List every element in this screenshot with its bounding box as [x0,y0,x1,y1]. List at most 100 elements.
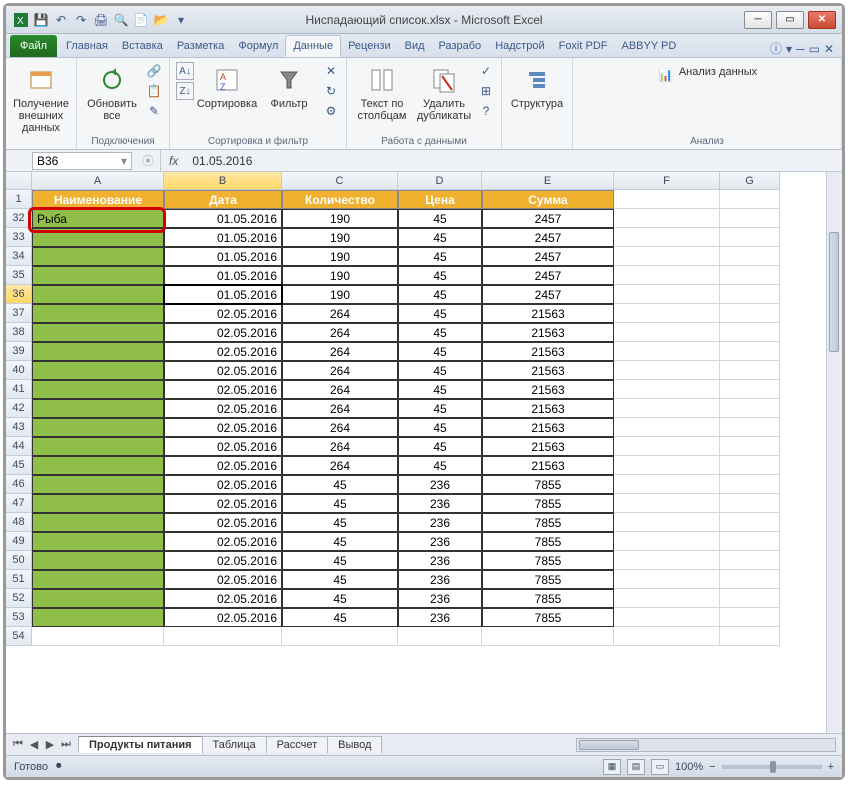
cell[interactable] [720,456,780,475]
ribbon-tab[interactable]: Вид [398,35,432,57]
close-button[interactable]: ✕ [808,11,836,29]
row-header[interactable]: 35 [6,266,32,285]
cell[interactable]: 7855 [482,532,614,551]
ribbon-minimize-icon[interactable]: ▾ [786,42,792,56]
cell[interactable] [720,532,780,551]
cell[interactable] [32,266,164,285]
cell[interactable]: 45 [398,342,482,361]
cell[interactable]: 01.05.2016 [164,266,282,285]
formula-content[interactable]: 01.05.2016 [186,154,252,168]
cell[interactable] [32,589,164,608]
cell[interactable]: 02.05.2016 [164,361,282,380]
cell[interactable] [720,589,780,608]
sheet-tab[interactable]: Вывод [327,736,382,753]
row-header[interactable]: 52 [6,589,32,608]
row-header[interactable]: 50 [6,551,32,570]
cell[interactable] [32,475,164,494]
cell[interactable] [614,475,720,494]
row-header[interactable]: 33 [6,228,32,247]
cell[interactable] [482,627,614,646]
vertical-scrollbar[interactable] [826,172,842,733]
row-header[interactable]: 32 [6,209,32,228]
cell[interactable]: 45 [282,475,398,494]
cell[interactable]: 264 [282,437,398,456]
cell[interactable]: 45 [282,608,398,627]
cell[interactable]: 7855 [482,551,614,570]
cell[interactable]: 21563 [482,361,614,380]
save-icon[interactable]: 💾 [32,11,50,29]
cell[interactable]: 45 [398,456,482,475]
cell[interactable] [614,494,720,513]
cell[interactable] [32,418,164,437]
zoom-in-button[interactable]: + [828,761,834,773]
file-tab[interactable]: Файл [10,35,57,57]
row-header[interactable]: 46 [6,475,32,494]
cell[interactable] [720,494,780,513]
cell[interactable]: 45 [398,437,482,456]
cell[interactable] [720,266,780,285]
cell[interactable]: 264 [282,361,398,380]
cell[interactable] [614,418,720,437]
worksheet-grid[interactable]: ABCDEFG1НаименованиеДатаКоличествоЦенаСу… [6,172,842,733]
cell[interactable] [720,570,780,589]
what-if-icon[interactable]: ? [477,102,495,120]
row-header[interactable]: 39 [6,342,32,361]
cell[interactable] [614,266,720,285]
consolidate-icon[interactable]: ⊞ [477,82,495,100]
ribbon-tab[interactable]: Рецензи [341,35,398,57]
horizontal-scrollbar[interactable] [576,738,836,752]
cell[interactable] [614,361,720,380]
reapply-icon[interactable]: ↻ [322,82,340,100]
row-header[interactable]: 37 [6,304,32,323]
cell[interactable] [32,513,164,532]
data-analysis-button[interactable]: Анализ данных [679,66,757,78]
ribbon-tab[interactable]: Разметка [170,35,232,57]
ribbon-tab[interactable]: Данные [285,35,341,57]
properties-icon[interactable]: 📋 [145,82,163,100]
cell[interactable]: 264 [282,456,398,475]
cell[interactable] [720,361,780,380]
cell[interactable] [720,475,780,494]
cell[interactable]: 2457 [482,285,614,304]
cell[interactable]: 45 [398,209,482,228]
ribbon-help-icon[interactable]: ⓘ [770,40,782,57]
open-icon[interactable]: 📂 [152,11,170,29]
row-header[interactable]: 47 [6,494,32,513]
cell[interactable]: 45 [398,361,482,380]
cell[interactable] [720,342,780,361]
cell[interactable] [614,190,720,209]
cell[interactable] [398,627,482,646]
cell[interactable] [32,456,164,475]
cell[interactable] [32,399,164,418]
cell[interactable] [32,608,164,627]
cell[interactable]: 02.05.2016 [164,608,282,627]
sheet-tab[interactable]: Таблица [202,736,267,753]
row-header[interactable]: 43 [6,418,32,437]
row-header[interactable]: 45 [6,456,32,475]
cell[interactable] [720,551,780,570]
cell[interactable]: 02.05.2016 [164,513,282,532]
cell[interactable]: 2457 [482,266,614,285]
cell[interactable] [614,456,720,475]
cell[interactable]: 45 [398,323,482,342]
text-to-columns-button[interactable]: Текст по столбцам [353,62,411,124]
cell[interactable]: 190 [282,285,398,304]
cell[interactable]: 236 [398,475,482,494]
clear-filter-icon[interactable]: ✕ [322,62,340,80]
cell[interactable] [282,627,398,646]
qat-dropdown-icon[interactable]: ▾ [172,11,190,29]
advanced-icon[interactable]: ⚙ [322,102,340,120]
cell[interactable] [720,418,780,437]
ribbon-tab[interactable]: Главная [59,35,115,57]
cell[interactable] [720,608,780,627]
row-header[interactable]: 51 [6,570,32,589]
cell[interactable]: 45 [282,513,398,532]
cell[interactable]: 21563 [482,437,614,456]
minimize-button[interactable]: ─ [744,11,772,29]
cell[interactable] [720,190,780,209]
print-icon[interactable]: 🖨 [92,11,110,29]
macro-record-icon[interactable]: ⏺ [56,760,62,773]
cell[interactable] [614,627,720,646]
cell[interactable] [32,361,164,380]
cell[interactable] [720,285,780,304]
